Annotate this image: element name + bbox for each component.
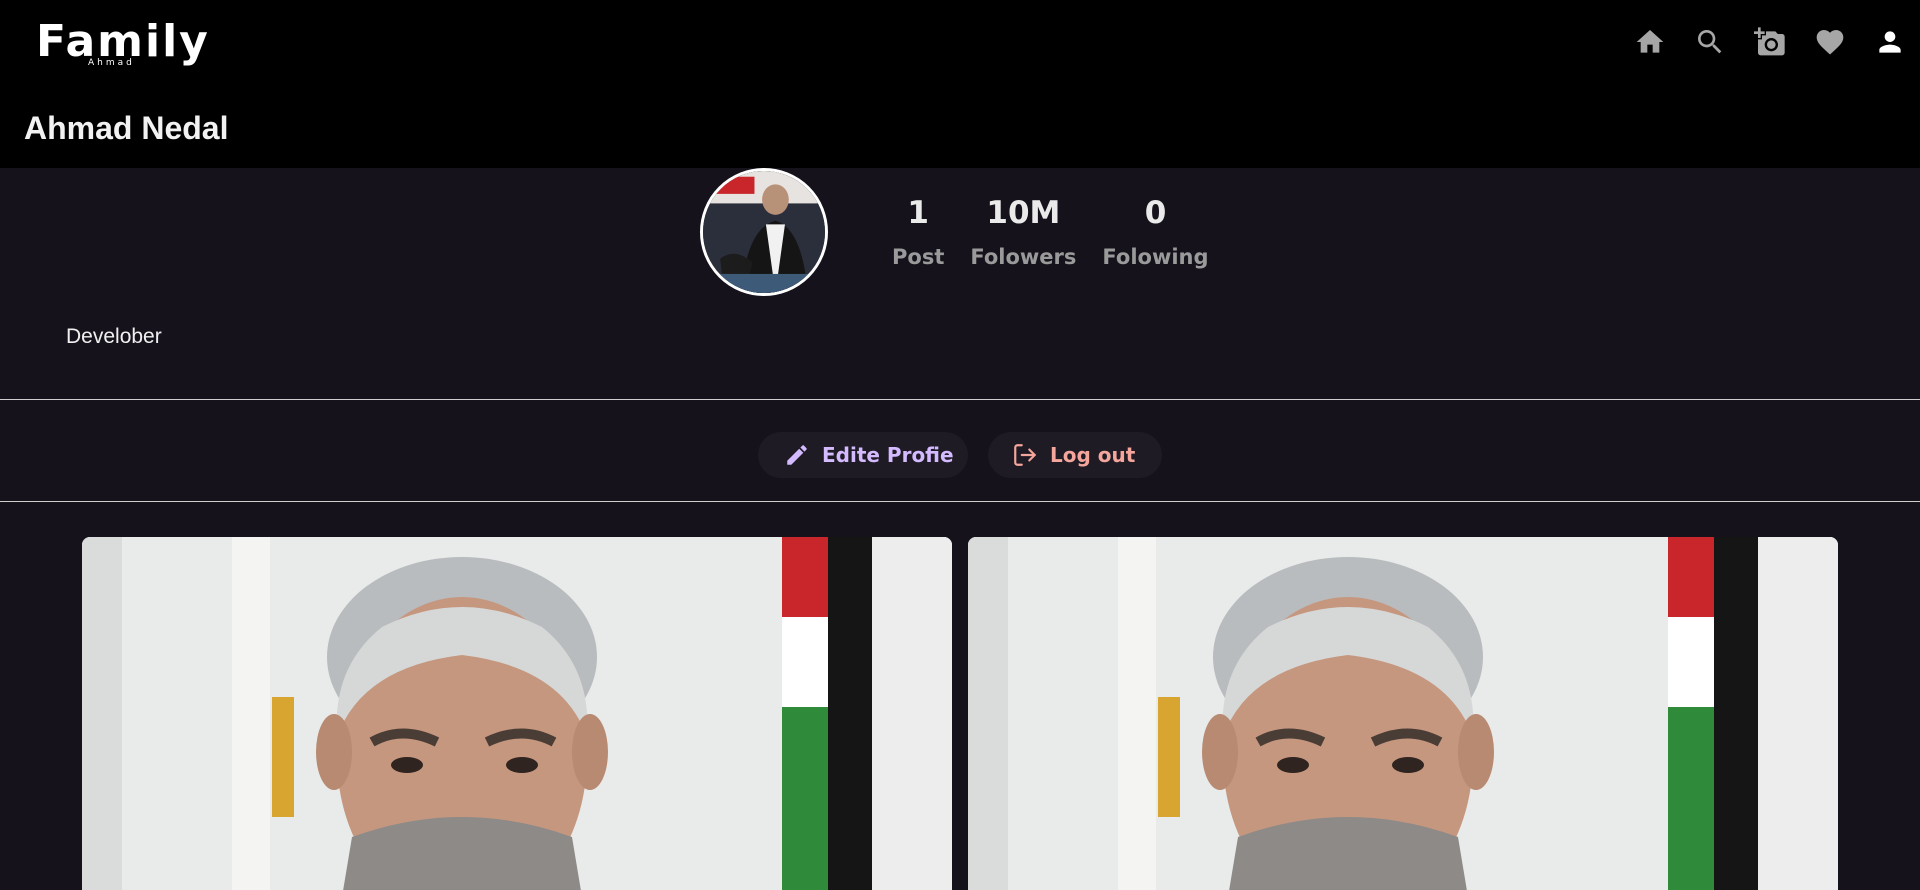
top-nav	[1620, 24, 1920, 60]
heart-icon	[1816, 30, 1844, 55]
stat-following-value: 0	[1144, 195, 1167, 231]
stat-posts[interactable]: 1 Post	[892, 194, 944, 270]
nav-home-button[interactable]	[1620, 24, 1680, 60]
profile-header: 1 Post 10M Folowers 0 Folowing Develober	[0, 168, 1920, 400]
logout-label: Log out	[1050, 443, 1136, 467]
profile-stats: 1 Post 10M Folowers 0 Folowing	[892, 194, 1209, 270]
avatar[interactable]	[700, 168, 828, 296]
post-image	[82, 537, 952, 890]
logo-subtext: Ahmad	[88, 58, 135, 68]
nav-favorites-button[interactable]	[1800, 24, 1860, 60]
profile-username: Ahmad Nedal	[24, 110, 229, 146]
add-photo-icon	[1754, 27, 1785, 56]
nav-profile-button[interactable]	[1860, 24, 1920, 60]
stat-following-label: Folowing	[1102, 245, 1209, 269]
post-thumbnail[interactable]	[968, 537, 1838, 890]
posts-grid	[82, 537, 1838, 890]
nav-search-button[interactable]	[1680, 24, 1740, 60]
post-thumbnail[interactable]	[82, 537, 952, 890]
avatar-image	[703, 171, 825, 293]
top-app-bar: Family Ahmad	[0, 0, 1920, 88]
app-logo[interactable]: Family Ahmad	[36, 16, 208, 72]
search-icon	[1698, 30, 1722, 54]
stat-followers[interactable]: 10M Folowers	[970, 194, 1076, 270]
logout-button[interactable]: Log out	[988, 432, 1162, 478]
edit-profile-button[interactable]: Edite Profie	[758, 432, 968, 478]
nav-add-photo-button[interactable]	[1740, 24, 1800, 60]
logout-icon	[1014, 444, 1036, 466]
profile-actions: Edite Profie Log out	[0, 400, 1920, 502]
person-icon	[1879, 31, 1901, 53]
stat-followers-value: 10M	[986, 195, 1061, 231]
home-icon	[1636, 30, 1664, 53]
stat-posts-label: Post	[892, 245, 945, 269]
pencil-icon	[787, 445, 807, 465]
stat-followers-label: Folowers	[970, 245, 1077, 269]
username-bar: Ahmad Nedal	[0, 88, 1920, 168]
edit-profile-label: Edite Profie	[822, 443, 954, 467]
stat-posts-value: 1	[907, 195, 929, 231]
stat-following[interactable]: 0 Folowing	[1102, 194, 1208, 270]
profile-bio: Develober	[66, 325, 162, 348]
post-image	[968, 537, 1838, 890]
